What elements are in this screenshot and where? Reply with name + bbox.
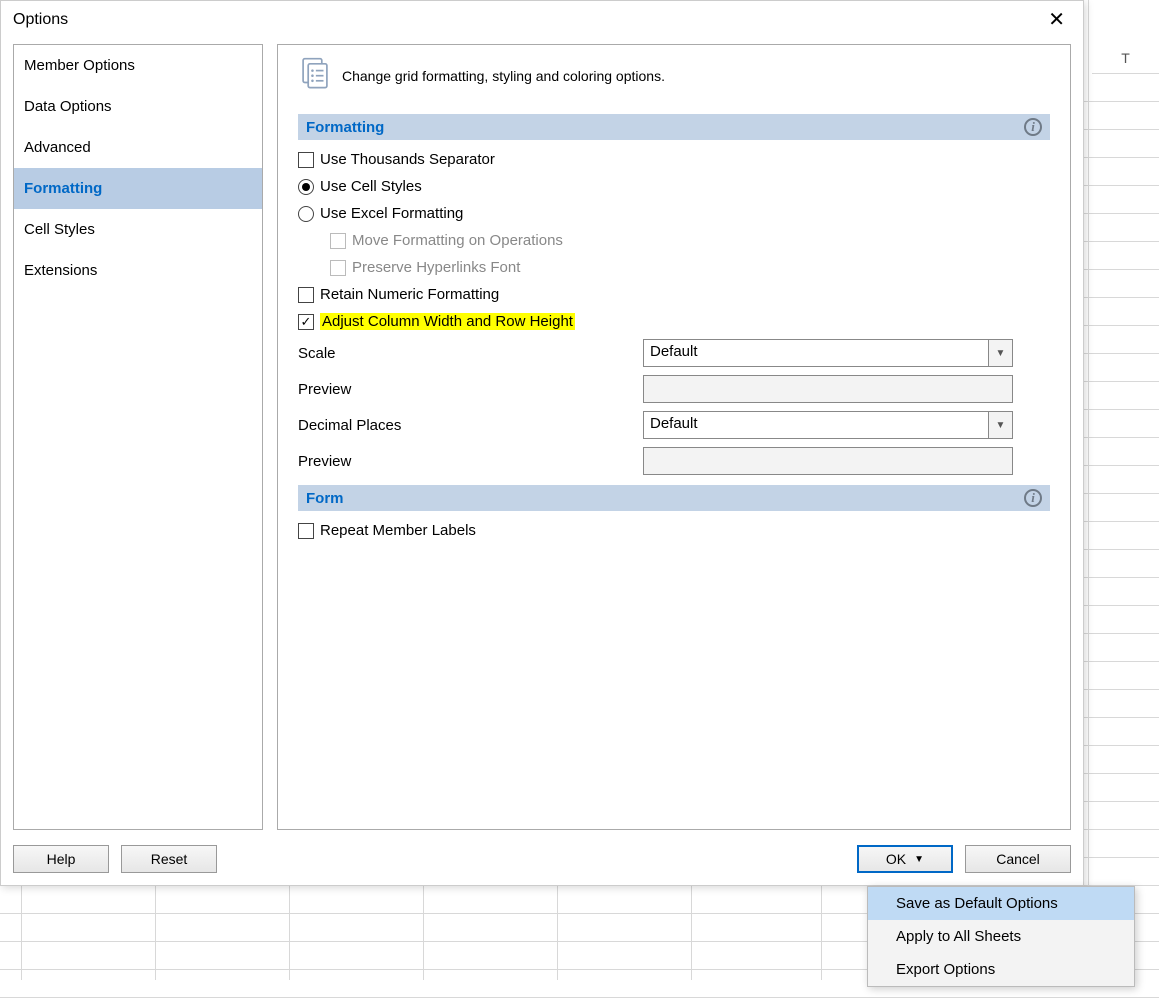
chevron-down-icon[interactable]: ▼ — [988, 340, 1012, 366]
page-description: Change grid formatting, styling and colo… — [342, 68, 665, 84]
sidebar-item-member-options[interactable]: Member Options — [14, 45, 262, 86]
dialog-title: Options — [13, 11, 68, 29]
menu-apply-all-sheets[interactable]: Apply to All Sheets — [868, 920, 1134, 953]
label-decimal-places: Decimal Places — [298, 417, 643, 434]
section-formatting-header: Formatting i — [298, 114, 1050, 140]
ok-dropdown-menu: Save as Default Options Apply to All She… — [867, 886, 1135, 987]
sidebar-item-formatting[interactable]: Formatting — [14, 168, 262, 209]
menu-export-options[interactable]: Export Options — [868, 953, 1134, 986]
ok-split-button[interactable]: OK ▼ — [857, 845, 953, 873]
label-repeat-member-labels: Repeat Member Labels — [320, 522, 476, 539]
close-icon[interactable]: ✕ — [1040, 5, 1073, 34]
label-use-thousands: Use Thousands Separator — [320, 151, 495, 168]
sidebar-item-extensions[interactable]: Extensions — [14, 250, 262, 291]
label-scale: Scale — [298, 345, 643, 362]
help-button[interactable]: Help — [13, 845, 109, 873]
section-form-title: Form — [306, 490, 344, 507]
label-preserve-hyperlinks: Preserve Hyperlinks Font — [352, 259, 520, 276]
label-move-formatting: Move Formatting on Operations — [352, 232, 563, 249]
label-adjust-column-width: Adjust Column Width and Row Height — [320, 313, 575, 330]
menu-save-as-default[interactable]: Save as Default Options — [868, 887, 1134, 920]
reset-button[interactable]: Reset — [121, 845, 217, 873]
section-formatting-title: Formatting — [306, 119, 384, 136]
field-preview-decimal — [643, 447, 1013, 475]
combo-scale[interactable]: Default ▼ — [643, 339, 1013, 367]
titlebar: Options ✕ — [1, 1, 1083, 44]
category-sidebar: Member Options Data Options Advanced For… — [13, 44, 263, 830]
checkbox-adjust-column-width[interactable]: ✓ — [298, 314, 314, 330]
radio-use-cell-styles[interactable] — [298, 179, 314, 195]
label-use-excel-formatting: Use Excel Formatting — [320, 205, 463, 222]
sidebar-item-advanced[interactable]: Advanced — [14, 127, 262, 168]
sidebar-item-data-options[interactable]: Data Options — [14, 86, 262, 127]
label-use-cell-styles: Use Cell Styles — [320, 178, 422, 195]
checkbox-move-formatting — [330, 233, 346, 249]
radio-use-excel-formatting[interactable] — [298, 206, 314, 222]
field-preview-scale — [643, 375, 1013, 403]
combo-decimal-places[interactable]: Default ▼ — [643, 411, 1013, 439]
checkbox-use-thousands[interactable] — [298, 152, 314, 168]
checkbox-preserve-hyperlinks — [330, 260, 346, 276]
content-panel: Change grid formatting, styling and colo… — [277, 44, 1071, 830]
info-icon[interactable]: i — [1024, 489, 1042, 507]
label-preview-scale: Preview — [298, 381, 643, 398]
info-icon[interactable]: i — [1024, 118, 1042, 136]
chevron-down-icon[interactable]: ▼ — [988, 412, 1012, 438]
options-dialog: Options ✕ Member Options Data Options Ad… — [0, 0, 1084, 886]
page-icon — [298, 57, 332, 94]
label-preview-decimal: Preview — [298, 453, 643, 470]
ok-button-label: OK — [886, 851, 906, 867]
combo-decimal-value: Default — [644, 412, 988, 438]
cancel-button[interactable]: Cancel — [965, 845, 1071, 873]
checkbox-repeat-member-labels[interactable] — [298, 523, 314, 539]
section-form-header: Form i — [298, 485, 1050, 511]
label-retain-numeric: Retain Numeric Formatting — [320, 286, 499, 303]
sidebar-item-cell-styles[interactable]: Cell Styles — [14, 209, 262, 250]
column-header-t[interactable]: T — [1092, 46, 1159, 74]
chevron-down-icon[interactable]: ▼ — [914, 854, 924, 865]
checkbox-retain-numeric[interactable] — [298, 287, 314, 303]
button-bar: Help Reset OK ▼ Cancel — [13, 845, 1071, 873]
combo-scale-value: Default — [644, 340, 988, 366]
